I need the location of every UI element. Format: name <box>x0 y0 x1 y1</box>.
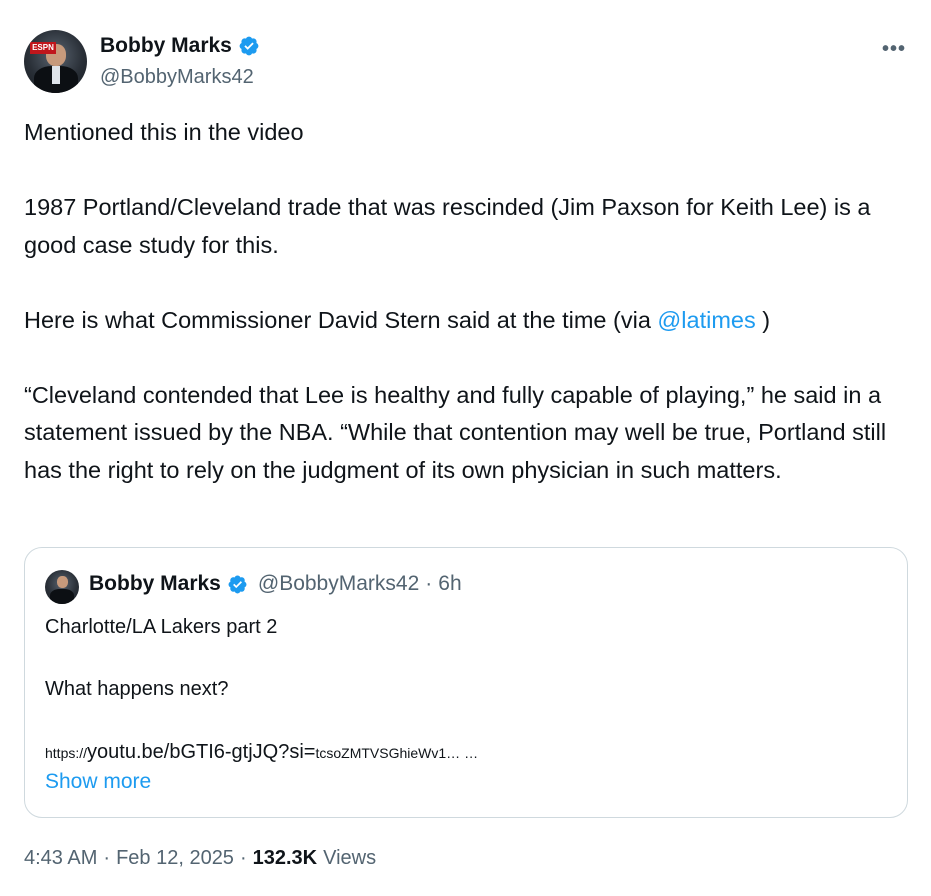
quoted-avatar-figure-body <box>50 589 74 604</box>
tweet-paragraph-3-post: ) <box>755 306 771 333</box>
more-options-icon[interactable]: ••• <box>882 38 906 61</box>
tweet-header: ESPN Bobby Marks @BobbyMarks42 ••• <box>24 28 914 94</box>
quoted-verified-badge-icon <box>228 575 247 593</box>
tweet-paragraph-3: Here is what Commissioner David Stern sa… <box>24 302 904 340</box>
tweet-date[interactable]: Feb 12, 2025 <box>116 847 234 870</box>
tweet-text: Mentioned this in the video 1987 Portlan… <box>24 114 904 489</box>
mention-link-latimes[interactable]: @latimes <box>657 307 755 333</box>
views-label: Views <box>323 847 377 869</box>
quoted-youtube-link[interactable]: https://youtu.be/bGTI6-gtjJQ?si=tcsoZMTV… <box>45 741 478 764</box>
tweet-card: ESPN Bobby Marks @BobbyMarks42 ••• Menti… <box>0 0 931 896</box>
quoted-link-scheme: https:// <box>45 745 88 761</box>
quoted-separator: · <box>425 572 433 595</box>
meta-separator-2: · <box>239 847 247 869</box>
author-avatar[interactable]: ESPN <box>24 30 87 93</box>
quoted-link-tail: tcsoZMTVSGhieWv1… … <box>315 745 479 761</box>
quoted-author-display-name[interactable]: Bobby Marks <box>89 572 221 596</box>
quoted-author-avatar[interactable] <box>45 570 79 604</box>
tweet-paragraph-2: 1987 Portland/Cleveland trade that was r… <box>24 194 871 258</box>
author-name-row: Bobby Marks <box>100 34 260 58</box>
quoted-link-main: youtu.be/bGTI6-gtjJQ?si= <box>87 741 316 763</box>
meta-separator-1: · <box>103 847 111 869</box>
quoted-tweet-card[interactable]: Bobby Marks @BobbyMarks42 · 6h Charlotte… <box>24 547 908 818</box>
quoted-text-line-1: Charlotte/LA Lakers part 2 <box>45 616 278 638</box>
tweet-meta: 4:43 AM · Feb 12, 2025 · 132.3K Views <box>24 847 376 870</box>
quoted-timestamp[interactable]: 6h <box>438 572 461 596</box>
views-count[interactable]: 132.3K <box>253 847 318 870</box>
author-display-name[interactable]: Bobby Marks <box>100 34 232 58</box>
tweet-time[interactable]: 4:43 AM <box>24 847 97 870</box>
verified-badge-icon <box>239 36 259 56</box>
quoted-tweet-header: Bobby Marks @BobbyMarks42 · 6h <box>89 572 462 596</box>
show-more-link[interactable]: Show more <box>45 770 151 794</box>
author-handle[interactable]: @BobbyMarks42 <box>100 66 254 89</box>
avatar-logo: ESPN <box>30 42 56 54</box>
quoted-avatar-figure-head <box>57 576 68 588</box>
tweet-paragraph-3-pre: Here is what Commissioner David Stern sa… <box>24 306 658 333</box>
quoted-author-handle[interactable]: @BobbyMarks42 <box>258 572 419 596</box>
tweet-paragraph-1: Mentioned this in the video <box>24 119 304 145</box>
avatar-figure-shirt <box>52 66 60 84</box>
tweet-paragraph-4: “Cleveland contended that Lee is healthy… <box>24 381 887 483</box>
quoted-text-line-2: What happens next? <box>45 678 229 700</box>
